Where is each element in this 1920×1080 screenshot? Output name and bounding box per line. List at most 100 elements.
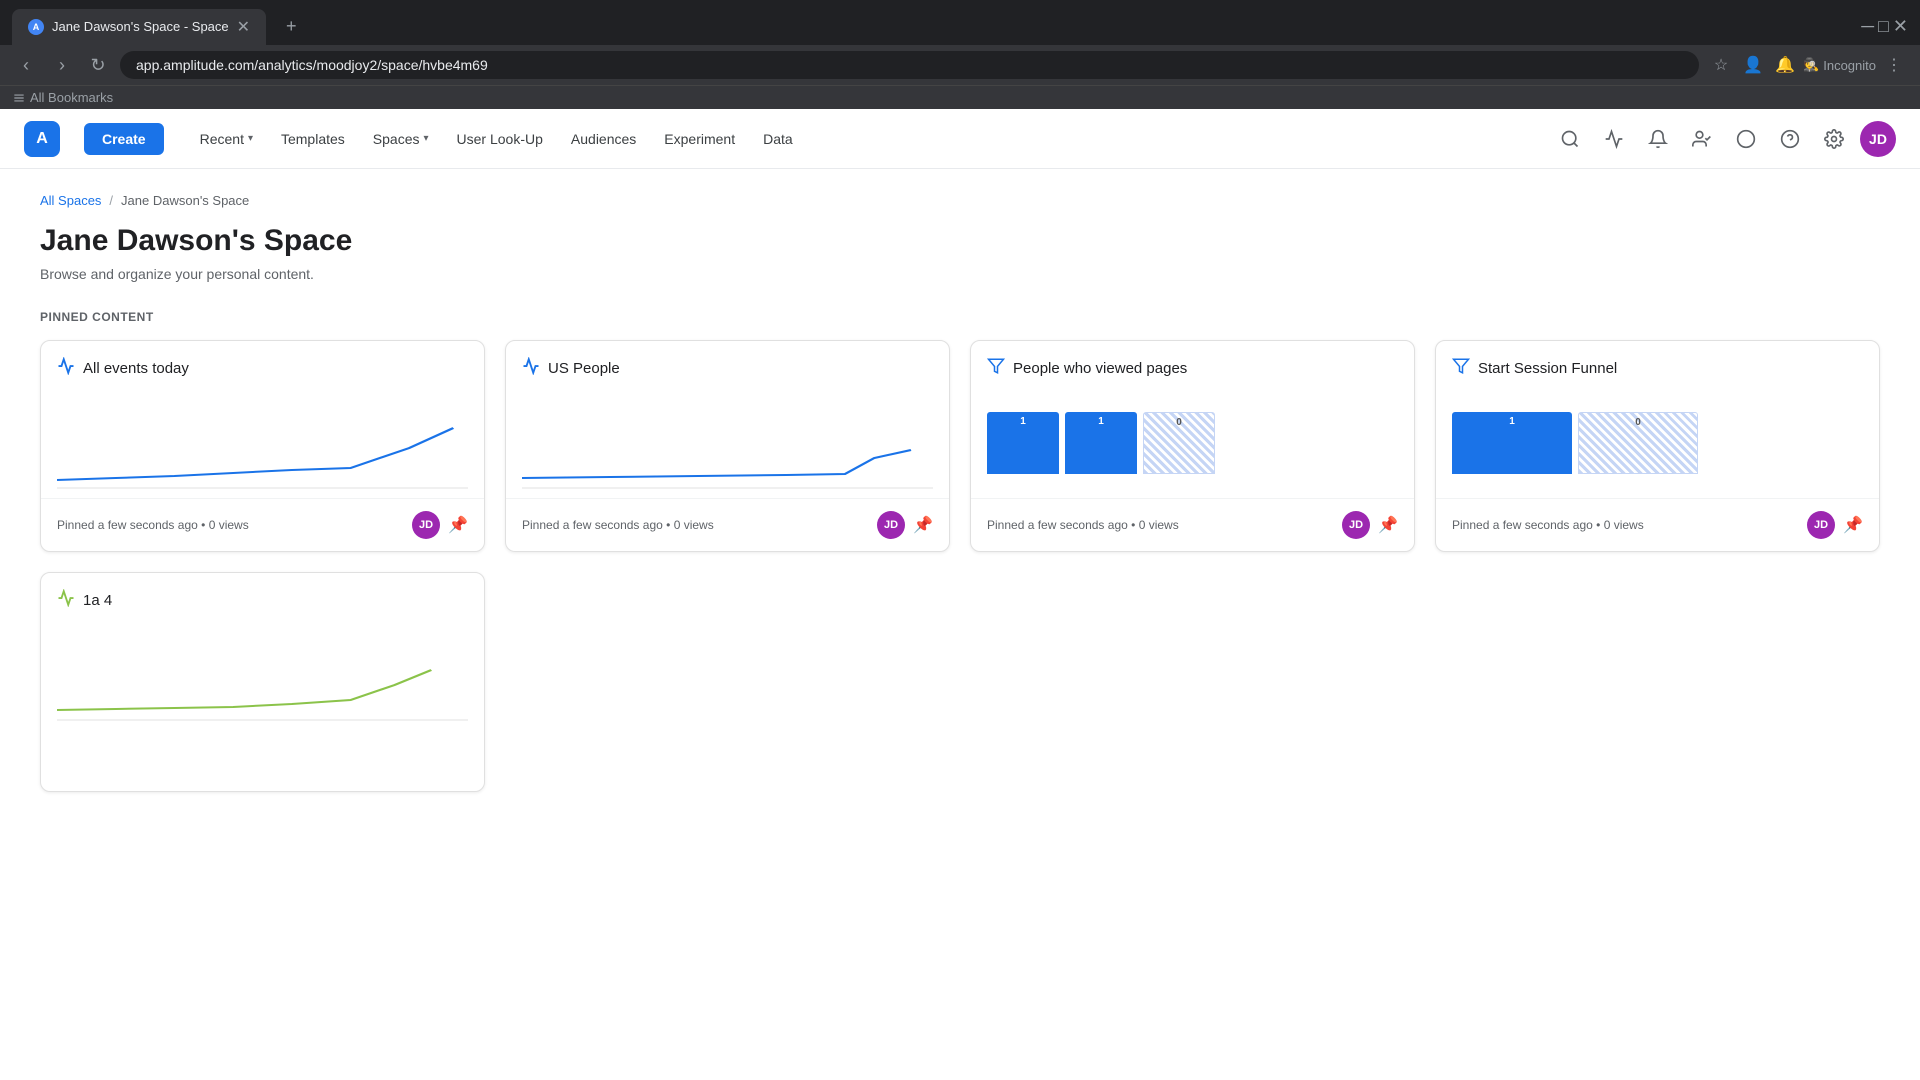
nav-item-data[interactable]: Data	[751, 123, 805, 155]
card-actions: JD 📌	[1342, 511, 1398, 539]
flame-icon[interactable]	[1728, 121, 1764, 157]
card-chart-funnel2: 1 0	[1436, 388, 1879, 498]
reload-button[interactable]: ↻	[84, 51, 112, 79]
card-chart-funnel: 1 1 0	[971, 388, 1414, 498]
browser-toolbar: ‹ › ↻ app.amplitude.com/analytics/moodjo…	[0, 45, 1920, 85]
main-content: All Spaces / Jane Dawson's Space Jane Da…	[0, 169, 1920, 836]
back-button[interactable]: ‹	[12, 51, 40, 79]
chart-icon[interactable]	[1596, 121, 1632, 157]
section-label: PINNED CONTENT	[40, 310, 1880, 324]
nav-right: JD	[1552, 121, 1896, 157]
card-owner-avatar: JD	[1807, 511, 1835, 539]
minimize-button[interactable]: ─	[1861, 16, 1874, 37]
notification-icon[interactable]: 🔔	[1771, 51, 1799, 79]
breadcrumb-current: Jane Dawson's Space	[121, 193, 249, 208]
close-window-button[interactable]: ✕	[1893, 16, 1908, 37]
user-avatar[interactable]: JD	[1860, 121, 1896, 157]
card-actions: JD 📌	[1807, 511, 1863, 539]
nav-item-experiment[interactable]: Experiment	[652, 123, 747, 155]
maximize-button[interactable]: □	[1878, 16, 1889, 37]
card-title: All events today	[83, 360, 189, 377]
user-check-icon[interactable]	[1684, 121, 1720, 157]
card-1a4: 1a 4	[40, 572, 485, 792]
funnel-bar-2: 0	[1578, 412, 1698, 474]
line-chart-icon	[522, 357, 540, 380]
active-tab[interactable]: A Jane Dawson's Space - Space ✕	[12, 9, 266, 45]
card-footer: Pinned a few seconds ago • 0 views JD 📌	[506, 498, 949, 551]
new-tab-button[interactable]: +	[270, 8, 313, 45]
funnel-bar-2: 1	[1065, 412, 1137, 474]
card-header: People who viewed pages	[971, 341, 1414, 388]
breadcrumb-all-spaces[interactable]: All Spaces	[40, 193, 101, 208]
funnel-bar-1: 1	[1452, 412, 1572, 474]
menu-button[interactable]: ⋮	[1880, 51, 1908, 79]
funnel-bars: 1 0	[1452, 398, 1863, 488]
funnel-bars: 1 1 0	[987, 398, 1398, 488]
pin-icon[interactable]: 📌	[1843, 515, 1863, 535]
amplitude-logo[interactable]: A	[24, 121, 60, 157]
help-icon[interactable]	[1772, 121, 1808, 157]
card-owner-avatar: JD	[412, 511, 440, 539]
card-title: People who viewed pages	[1013, 360, 1187, 377]
pinned-cards-grid-row2: 1a 4	[40, 572, 1880, 792]
profile-icon[interactable]: 👤	[1739, 51, 1767, 79]
card-owner-avatar: JD	[1342, 511, 1370, 539]
all-bookmarks-link[interactable]: All Bookmarks	[12, 90, 113, 105]
line-chart-icon	[57, 357, 75, 380]
pin-icon[interactable]: 📌	[448, 515, 468, 535]
pin-icon[interactable]: 📌	[913, 515, 933, 535]
card-chart-1a4	[41, 620, 484, 730]
card-footer: Pinned a few seconds ago • 0 views JD 📌	[971, 498, 1414, 551]
pin-icon[interactable]: 📌	[1378, 515, 1398, 535]
card-meta: Pinned a few seconds ago • 0 views	[57, 518, 249, 532]
url-text: app.amplitude.com/analytics/moodjoy2/spa…	[136, 57, 488, 73]
nav-item-recent[interactable]: Recent ▾	[188, 123, 265, 155]
card-footer: Pinned a few seconds ago • 0 views JD 📌	[41, 498, 484, 551]
settings-icon[interactable]	[1816, 121, 1852, 157]
card-title: Start Session Funnel	[1478, 360, 1617, 377]
address-bar[interactable]: app.amplitude.com/analytics/moodjoy2/spa…	[120, 51, 1699, 79]
bookmarks-bar: All Bookmarks	[0, 85, 1920, 109]
bell-icon[interactable]	[1640, 121, 1676, 157]
tab-favicon: A	[28, 19, 44, 35]
card-title: 1a 4	[83, 592, 112, 609]
browser-tabs: A Jane Dawson's Space - Space ✕ + ─ □ ✕	[0, 0, 1920, 45]
nav-item-audiences[interactable]: Audiences	[559, 123, 648, 155]
browser-chrome: A Jane Dawson's Space - Space ✕ + ─ □ ✕ …	[0, 0, 1920, 109]
funnel-icon	[1452, 357, 1470, 380]
card-meta: Pinned a few seconds ago • 0 views	[987, 518, 1179, 532]
card-footer: Pinned a few seconds ago • 0 views JD 📌	[1436, 498, 1879, 551]
page-title: Jane Dawson's Space	[40, 224, 1880, 258]
card-start-session-funnel: Start Session Funnel 1 0	[1435, 340, 1880, 552]
card-us-people: US People Pinned a few seconds ago • 0 v…	[505, 340, 950, 552]
tab-close-button[interactable]: ✕	[237, 17, 250, 37]
card-actions: JD 📌	[412, 511, 468, 539]
chevron-down-icon: ▾	[424, 133, 429, 144]
nav-items: Recent ▾ Templates Spaces ▾ User Look-Up…	[188, 123, 1528, 155]
breadcrumb: All Spaces / Jane Dawson's Space	[40, 193, 1880, 208]
card-title: US People	[548, 360, 620, 377]
incognito-label: Incognito	[1823, 58, 1876, 73]
forward-button[interactable]: ›	[48, 51, 76, 79]
page-subtitle: Browse and organize your personal conten…	[40, 266, 1880, 282]
nav-item-user-lookup[interactable]: User Look-Up	[445, 123, 555, 155]
card-header: US People	[506, 341, 949, 388]
card-meta: Pinned a few seconds ago • 0 views	[1452, 518, 1644, 532]
nav-item-templates[interactable]: Templates	[269, 123, 357, 155]
funnel-icon	[987, 357, 1005, 380]
incognito-badge: 🕵 Incognito	[1803, 57, 1876, 73]
nav-item-spaces[interactable]: Spaces ▾	[361, 123, 441, 155]
card-header: 1a 4	[41, 573, 484, 620]
search-icon[interactable]	[1552, 121, 1588, 157]
chevron-down-icon: ▾	[248, 133, 253, 144]
funnel-bar-1: 1	[987, 412, 1059, 474]
card-actions: JD 📌	[877, 511, 933, 539]
card-chart-all-events	[41, 388, 484, 498]
app: A Create Recent ▾ Templates Spaces ▾ Use…	[0, 109, 1920, 836]
card-header: All events today	[41, 341, 484, 388]
create-button[interactable]: Create	[84, 123, 164, 155]
card-all-events-today: All events today Pinned a few seconds ag…	[40, 340, 485, 552]
toolbar-actions: ☆ 👤 🔔 🕵 Incognito ⋮	[1707, 51, 1908, 79]
card-people-viewed-pages: People who viewed pages 1 1	[970, 340, 1415, 552]
bookmark-icon[interactable]: ☆	[1707, 51, 1735, 79]
